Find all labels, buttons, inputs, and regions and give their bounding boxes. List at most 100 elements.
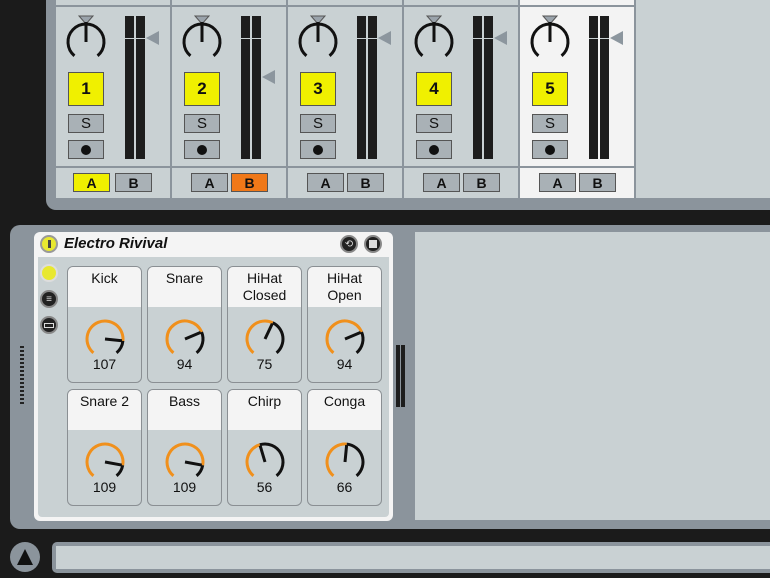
mixer-tracks: 1 S A B 2 S A B 3 S A B 4 S A B 5 S A B xyxy=(56,0,770,198)
knob-remaining-arc xyxy=(115,340,125,354)
knob-needle xyxy=(104,460,122,467)
arm-record-icon[interactable] xyxy=(184,140,220,159)
mixer-track-3: 3 S A B xyxy=(288,0,404,198)
drum-pad-snare[interactable]: Snare 94 xyxy=(147,266,222,383)
pad-value: 107 xyxy=(92,356,117,372)
knob-needle xyxy=(184,460,202,467)
crossfade-a-button[interactable]: A xyxy=(307,173,344,192)
volume-fader-handle[interactable] xyxy=(146,31,159,45)
mixer-track-1: 1 S A B xyxy=(56,0,172,198)
crossfade-b-button[interactable]: B xyxy=(463,173,500,192)
drum-pad-chirp[interactable]: Chirp 56 xyxy=(227,389,302,506)
pad-volume-knob[interactable] xyxy=(320,437,370,483)
arm-record-icon[interactable] xyxy=(68,140,104,159)
knob-remaining-arc xyxy=(195,464,205,477)
status-bar-field xyxy=(56,546,770,569)
solo-button[interactable]: S xyxy=(416,114,452,133)
solo-button[interactable]: S xyxy=(184,114,220,133)
volume-fader-handle[interactable] xyxy=(494,31,507,45)
knob-remaining-arc xyxy=(271,321,285,354)
track-activator-button[interactable]: 2 xyxy=(184,72,220,106)
drum-pad-hihat-open[interactable]: HiHat Open 94 xyxy=(307,266,382,383)
knob-needle xyxy=(263,322,274,340)
volume-fader-handle[interactable] xyxy=(378,31,391,45)
pan-knob[interactable] xyxy=(180,12,224,62)
crossfade-b-button[interactable]: B xyxy=(231,173,268,192)
hot-swap-icon[interactable]: ⟲ xyxy=(340,235,358,253)
pad-value: 75 xyxy=(256,356,273,372)
crossfade-a-button[interactable]: A xyxy=(539,173,576,192)
volume-meter xyxy=(125,16,145,159)
pad-label: Chirp xyxy=(228,390,301,430)
track-activator-button[interactable]: 3 xyxy=(300,72,336,106)
monitor-icon[interactable] xyxy=(532,140,568,159)
pad-volume-knob[interactable] xyxy=(160,314,210,360)
track-header[interactable] xyxy=(288,0,402,7)
pad-label: Conga xyxy=(308,390,381,430)
pan-knob[interactable] xyxy=(64,12,108,62)
track-header[interactable] xyxy=(404,0,518,7)
device-chain-area xyxy=(415,232,770,520)
device-meter xyxy=(396,345,405,407)
knob-needle xyxy=(344,331,362,341)
crossfade-a-button[interactable]: A xyxy=(73,173,110,192)
pad-label: HiHat Closed xyxy=(228,267,301,307)
crossfade-b-button[interactable]: B xyxy=(347,173,384,192)
track-activator-button[interactable]: 4 xyxy=(416,72,452,106)
knob-needle xyxy=(343,444,349,463)
track-header[interactable] xyxy=(520,0,634,7)
knob-value-arc xyxy=(245,443,261,477)
drum-pad-snare-2[interactable]: Snare 2 109 xyxy=(67,389,142,506)
volume-meter xyxy=(589,16,609,159)
resize-handle[interactable] xyxy=(20,346,24,406)
volume-meter xyxy=(241,16,261,159)
volume-fader-handle[interactable] xyxy=(262,70,275,84)
track-header[interactable] xyxy=(56,0,170,7)
pan-knob[interactable] xyxy=(296,12,340,62)
pad-volume-knob[interactable] xyxy=(320,314,370,360)
drum-pad-bass[interactable]: Bass 109 xyxy=(147,389,222,506)
arm-record-icon[interactable] xyxy=(416,140,452,159)
knob-value-arc xyxy=(245,319,274,354)
pan-knob[interactable] xyxy=(528,12,572,62)
solo-button[interactable]: S xyxy=(68,114,104,133)
pad-volume-knob[interactable] xyxy=(240,437,290,483)
save-preset-icon[interactable] xyxy=(364,235,382,253)
solo-button[interactable]: S xyxy=(532,114,568,133)
pad-volume-knob[interactable] xyxy=(80,314,130,360)
pad-volume-knob[interactable] xyxy=(240,314,290,360)
crossfade-a-button[interactable]: A xyxy=(423,173,460,192)
knob-value-arc xyxy=(325,319,363,354)
knob-value-arc xyxy=(165,319,203,354)
crossfade-b-button[interactable]: B xyxy=(115,173,152,192)
pad-volume-knob[interactable] xyxy=(160,437,210,483)
track-activator-button[interactable]: 5 xyxy=(532,72,568,106)
crossfade-a-button[interactable]: A xyxy=(191,173,228,192)
device-power-icon[interactable] xyxy=(40,235,58,253)
arm-record-icon[interactable] xyxy=(300,140,336,159)
macro-view-icon[interactable] xyxy=(40,264,58,282)
pad-value: 109 xyxy=(92,479,117,495)
pad-value: 94 xyxy=(176,356,193,372)
knob-value-arc xyxy=(165,442,205,477)
pad-value: 109 xyxy=(172,479,197,495)
chain-list-icon[interactable]: ≡ xyxy=(40,290,58,308)
volume-fader-handle[interactable] xyxy=(610,31,623,45)
drum-pad-kick[interactable]: Kick 107 xyxy=(67,266,142,383)
crossfade-b-button[interactable]: B xyxy=(579,173,616,192)
track-header[interactable] xyxy=(172,0,286,7)
expand-toggle-icon[interactable] xyxy=(10,542,40,572)
track-activator-button[interactable]: 1 xyxy=(68,72,104,106)
pad-view-icon[interactable] xyxy=(40,316,58,334)
drum-pad-hihat-closed[interactable]: HiHat Closed 75 xyxy=(227,266,302,383)
drum-pad-conga[interactable]: Conga 66 xyxy=(307,389,382,506)
mixer-track-4: 4 S A B xyxy=(404,0,520,198)
knob-remaining-arc xyxy=(346,442,365,477)
knob-needle xyxy=(258,445,267,463)
knob-remaining-arc xyxy=(115,464,125,477)
pan-knob[interactable] xyxy=(412,12,456,62)
knob-needle xyxy=(104,337,123,343)
pad-volume-knob[interactable] xyxy=(80,437,130,483)
knob-value-arc xyxy=(85,442,125,477)
solo-button[interactable]: S xyxy=(300,114,336,133)
